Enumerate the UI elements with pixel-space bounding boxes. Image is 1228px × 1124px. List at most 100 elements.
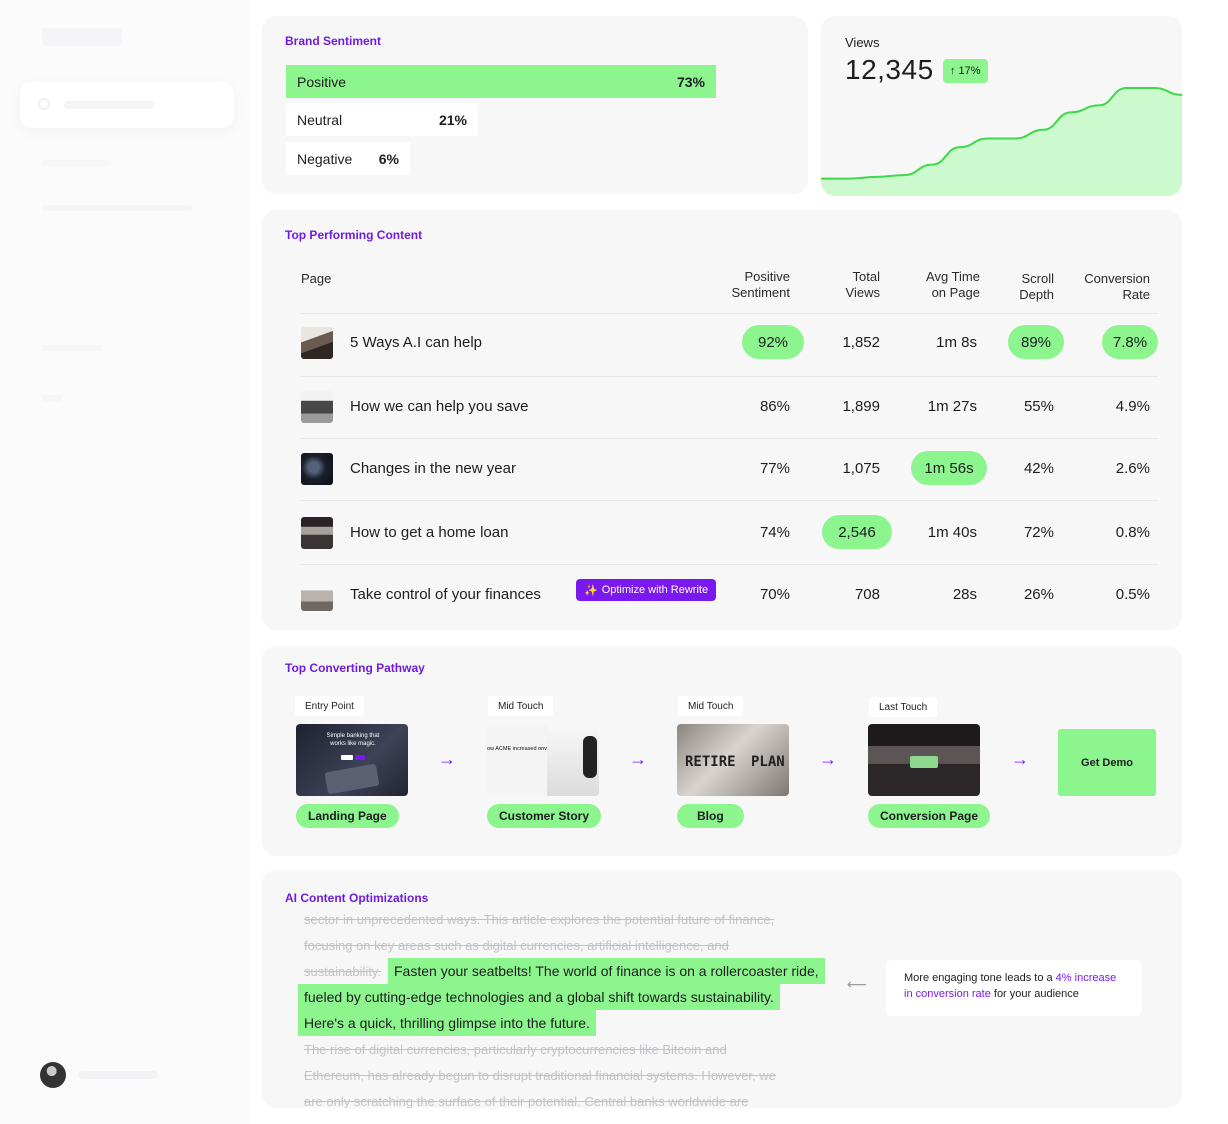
cell-sentiment: 92%	[742, 325, 804, 359]
header-line: Depth	[1019, 287, 1054, 302]
header-line: on Page	[931, 285, 980, 300]
sidebar-item[interactable]	[42, 395, 62, 401]
page-title: How we can help you save	[350, 398, 529, 415]
stage-thumbnail-landing[interactable]: Simple banking that works like magic.	[296, 724, 408, 796]
removed-text: The rise of digital currencies, particul…	[304, 1042, 727, 1057]
page-title: 5 Ways A.I can help	[350, 334, 483, 351]
table-row[interactable]: How to get a home loan 74% 2,546 1m 40s …	[300, 504, 1158, 567]
pathway-card: Top Converting Pathway Entry Point Simpl…	[262, 646, 1182, 856]
row-separator	[300, 500, 1158, 501]
sidebar-item[interactable]	[42, 160, 112, 166]
thumbnail-text: Simple banking that works like magic.	[326, 733, 380, 747]
header-line: Scroll	[1021, 271, 1054, 286]
insight-accent: in conversion rate	[904, 988, 991, 1000]
header-line: Avg Time	[926, 269, 980, 284]
cell-avg-time: 1m 27s	[927, 397, 977, 415]
card-title: Brand Sentiment	[285, 34, 382, 48]
col-header-sentiment: Positive Sentiment	[710, 269, 790, 301]
sentiment-pct: 21%	[438, 111, 467, 128]
table-row[interactable]: Changes in the new year 77% 1,075 1m 56s…	[300, 440, 1158, 503]
arrow-left-icon: ⟵	[847, 976, 868, 992]
views-area-chart	[821, 86, 1182, 196]
brand-sentiment-card: Brand Sentiment Positive 73% Neutral 21%…	[262, 16, 808, 194]
cell-views: 708	[854, 585, 880, 603]
insight-text: More engaging tone leads to a	[904, 972, 1056, 984]
cell-avg-time: 1m 40s	[927, 523, 977, 541]
insight-accent: 4% increase	[1055, 972, 1117, 984]
sentiment-label: Positive	[297, 73, 347, 90]
stage-thumbnail-conversion[interactable]	[868, 724, 980, 796]
col-header-page: Page	[301, 271, 332, 286]
cell-sentiment: 77%	[759, 459, 790, 477]
sidebar-search[interactable]	[20, 82, 234, 128]
get-demo-button[interactable]: Get Demo	[1058, 729, 1156, 796]
optimize-with-rewrite-button[interactable]: ✨ Optimize with Rewrite	[576, 579, 717, 601]
cell-conversion: 0.8%	[1115, 523, 1150, 541]
cell-sentiment: 74%	[759, 523, 790, 541]
stage-pill-customer-story[interactable]: Customer Story	[487, 804, 602, 828]
stage-tag: Mid Touch	[678, 696, 744, 716]
page-thumbnail	[301, 579, 333, 611]
stage-pill-blog[interactable]: Blog	[677, 804, 744, 828]
arrow-right-icon: →	[819, 749, 837, 769]
header-line: Views	[845, 285, 880, 300]
stage-pill-conversion-page[interactable]: Conversion Page	[868, 804, 991, 828]
person-shape	[583, 736, 597, 778]
optimization-insight: More engaging tone leads to a 4% increas…	[886, 960, 1142, 1016]
sentiment-label: Negative	[297, 150, 353, 167]
cell-scroll: 42%	[1023, 459, 1054, 477]
sparkle-icon: ✨	[584, 584, 598, 597]
cell-conversion: 4.9%	[1115, 397, 1150, 415]
cell-conversion: 7.8%	[1102, 325, 1158, 359]
row-separator	[300, 564, 1158, 565]
rewritten-text: Here's a quick, thrilling glimpse into t…	[298, 1010, 596, 1036]
page-thumbnail	[301, 391, 333, 423]
stage-tag: Mid Touch	[488, 696, 554, 716]
page-title: How to get a home loan	[350, 524, 509, 541]
thumbnail-text: RETIRE	[685, 754, 736, 770]
cell-sentiment: 86%	[759, 397, 790, 415]
col-header-scroll: Scroll Depth	[974, 271, 1054, 303]
stage-tag: Last Touch	[869, 697, 938, 717]
sentiment-pct: 73%	[676, 73, 705, 90]
views-area-fill	[821, 87, 1182, 196]
cell-avg-time: 28s	[952, 585, 977, 603]
sidebar-item[interactable]	[42, 345, 102, 351]
table-row[interactable]: Take control of your finances ✨ Optimize…	[300, 566, 1158, 629]
arrow-right-icon: →	[1011, 749, 1029, 769]
page-title: Changes in the new year	[350, 460, 516, 477]
cell-views: 1,852	[842, 333, 880, 351]
header-line: Total	[852, 269, 880, 284]
user-profile[interactable]	[40, 1062, 158, 1088]
sidebar-item[interactable]	[42, 205, 192, 211]
search-placeholder	[64, 101, 154, 109]
col-header-avg-time: Avg Time on Page	[890, 269, 980, 301]
cell-views: 1,075	[842, 459, 880, 477]
stage-tag: Entry Point	[295, 696, 364, 716]
arrow-right-icon: →	[438, 749, 456, 769]
sidebar	[0, 0, 250, 1124]
arrow-right-icon: →	[629, 749, 647, 769]
stage-thumbnail-blog[interactable]: RETIRE PLAN	[677, 724, 789, 796]
cell-views: 1,899	[842, 397, 880, 415]
search-icon	[38, 98, 50, 110]
card-title: Top Performing Content	[285, 228, 423, 242]
table-row[interactable]: How we can help you save 86% 1,899 1m 27…	[300, 378, 1158, 441]
cell-sentiment: 70%	[759, 585, 790, 603]
removed-text: focusing on key areas such as digital cu…	[304, 938, 729, 953]
col-header-conversion: Conversion Rate	[1060, 271, 1150, 303]
user-name	[78, 1071, 158, 1079]
stage-pill-landing-page[interactable]: Landing Page	[296, 804, 399, 828]
page-thumbnail	[301, 327, 333, 359]
stage-thumbnail-story[interactable]: ow ACME increased onversion rates	[487, 724, 599, 796]
rewrite-label: Optimize with Rewrite	[601, 584, 709, 596]
sentiment-bar-neutral: Neutral 21%	[286, 103, 478, 136]
cell-scroll: 89%	[1008, 325, 1064, 359]
table-row[interactable]: 5 Ways A.I can help 92% 1,852 1m 8s 89% …	[300, 314, 1158, 377]
page-title: Take control of your finances	[350, 586, 541, 603]
cell-conversion: 0.5%	[1115, 585, 1150, 603]
rewritten-text: Fasten your seatbelts! The world of fina…	[388, 958, 825, 984]
row-separator	[300, 438, 1158, 439]
cell-conversion: 2.6%	[1115, 459, 1150, 477]
col-header-views: Total Views	[800, 269, 880, 301]
